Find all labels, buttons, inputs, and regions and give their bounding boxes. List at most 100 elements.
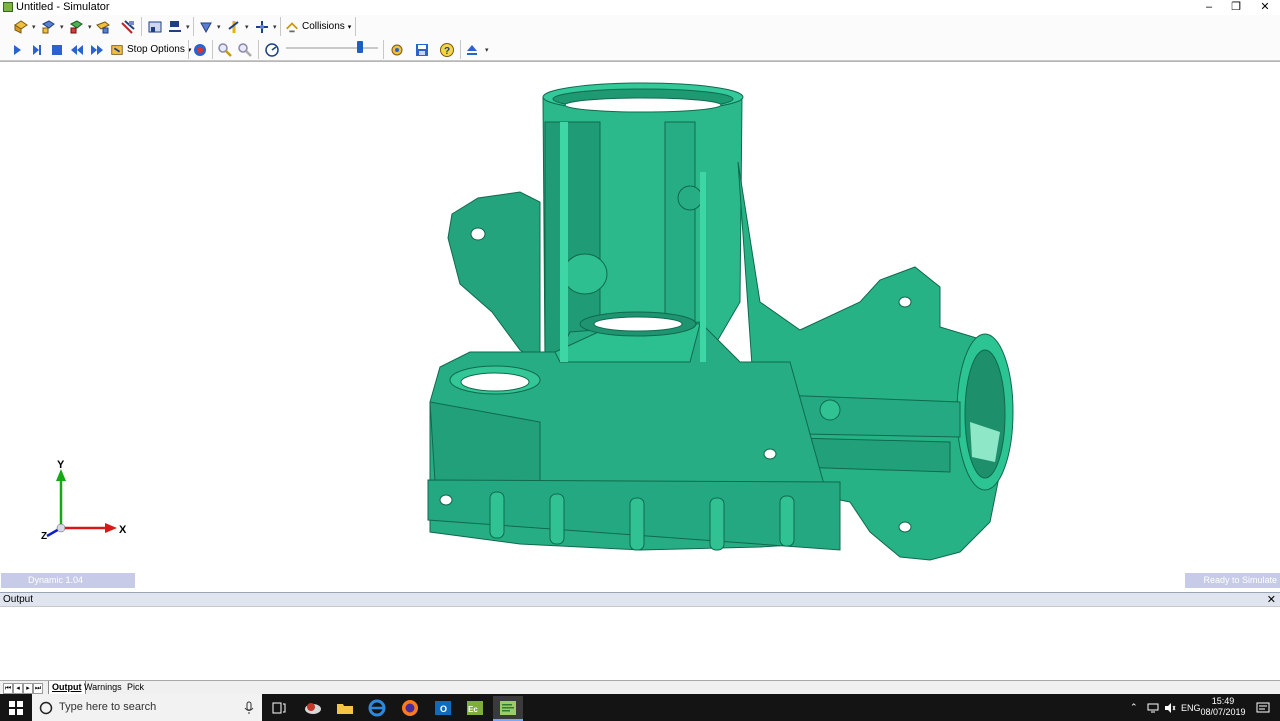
output-panel[interactable] [0, 606, 1280, 681]
part-model [427, 82, 1014, 561]
collisions-dropdown[interactable]: Collisions ▾ [285, 18, 351, 35]
x-axis-arrow-icon [105, 523, 117, 533]
output-tabs: ⏮ ◂ ▸ ⏭ Output Warnings Pick [0, 680, 1280, 695]
tab-output[interactable]: Output [48, 681, 86, 695]
chevron-up-icon: ⌃ [1130, 702, 1138, 712]
simulator-app-icon [500, 700, 516, 715]
task-view-button[interactable] [264, 696, 294, 719]
chevron-down-icon[interactable]: ▾ [273, 23, 277, 31]
show-hidden-icons[interactable]: ⌃ [1130, 694, 1138, 721]
chevron-down-icon[interactable]: ▾ [245, 23, 249, 31]
settings-icon[interactable] [388, 41, 406, 58]
taskbar-firefox[interactable] [395, 696, 425, 719]
chevron-down-icon[interactable]: ▾ [186, 23, 190, 31]
tab-pick[interactable]: Pick [124, 681, 147, 694]
taskbar-clock[interactable]: 15:49 08/07/2019 [1198, 696, 1248, 718]
notifications-icon[interactable] [1256, 694, 1270, 721]
taskbar-app-cloud[interactable] [298, 696, 328, 719]
chevron-down-icon[interactable]: ▾ [60, 23, 64, 31]
speed-icon[interactable] [263, 41, 281, 58]
app-icon [3, 2, 13, 12]
view-orient-icon[interactable] [197, 18, 215, 35]
edge-icon [368, 699, 386, 716]
output-panel-header: Output ✕ [0, 592, 1280, 607]
chevron-down-icon: ▾ [347, 23, 352, 31]
taskbar: Type here to search O Ec ⌃ ENG 15:49 08/… [0, 694, 1280, 721]
toolbar-separator [460, 40, 461, 59]
stop-icon[interactable] [48, 41, 66, 58]
toolbar-separator [280, 17, 281, 36]
rewind-icon[interactable] [68, 41, 86, 58]
prev-tab-icon[interactable]: ◂ [13, 683, 23, 694]
volume-icon[interactable] [1164, 694, 1176, 721]
clock-time: 15:49 [1211, 696, 1235, 706]
network-icon[interactable] [1147, 694, 1159, 721]
chevron-down-icon[interactable]: ▾ [88, 23, 92, 31]
speed-slider-track[interactable] [286, 47, 378, 49]
toolbar-separator [193, 17, 194, 36]
open-part-icon[interactable] [12, 18, 30, 35]
taskbar-edge[interactable] [362, 696, 392, 719]
title-bar: Untitled - Simulator – ❐ ✕ [0, 0, 1280, 15]
restore-button[interactable]: ❐ [1221, 0, 1251, 15]
svg-text:?: ? [444, 46, 450, 57]
layout-icon[interactable] [166, 18, 184, 35]
simulation-status: Ready to Simulate [1185, 573, 1280, 588]
step-forward-icon[interactable] [28, 41, 46, 58]
toolbar-separator [212, 40, 213, 59]
task-view-icon [272, 702, 286, 713]
taskbar-simulator[interactable] [493, 696, 523, 721]
windows-icon [9, 700, 23, 715]
cortana-icon [39, 701, 53, 715]
firefox-icon [402, 699, 418, 716]
save-icon[interactable] [413, 41, 431, 58]
chevron-down-icon[interactable]: ▾ [485, 46, 489, 54]
dynamic-status: Dynamic 1.04 [1, 573, 135, 588]
search-placeholder: Type here to search [59, 701, 157, 713]
toolbar-separator [188, 40, 189, 59]
toolpath-icon[interactable] [119, 18, 137, 35]
next-tab-icon[interactable]: ▸ [23, 683, 33, 694]
load-stock-icon[interactable] [67, 18, 85, 35]
main-toolbar: ▾ ▾ ▾ ▾ ▾ ▾ ▾ Collisions ▾ [0, 15, 1280, 38]
chevron-down-icon[interactable]: ▾ [217, 23, 221, 31]
taskbar-file-explorer[interactable] [330, 696, 360, 719]
axis-view-icon[interactable] [225, 18, 243, 35]
machine-view-icon[interactable] [146, 18, 164, 35]
load-tool-icon[interactable] [94, 18, 112, 35]
zoom-out-icon[interactable] [236, 41, 254, 58]
zoom-in-icon[interactable] [216, 41, 234, 58]
taskbar-ec-app[interactable]: Ec [460, 696, 490, 719]
first-tab-icon[interactable]: ⏮ [3, 683, 13, 694]
tab-warnings[interactable]: Warnings [81, 681, 125, 694]
outlook-icon: O [435, 700, 451, 715]
output-close-icon[interactable]: ✕ [1267, 593, 1276, 606]
load-fixture-icon[interactable] [39, 18, 57, 35]
taskbar-outlook[interactable]: O [428, 696, 458, 719]
window-title: Untitled - Simulator [16, 1, 110, 13]
3d-viewport[interactable]: Y X Z Dynamic 1.04 Ready to Simulate [0, 61, 1280, 589]
last-tab-icon[interactable]: ⏭ [33, 683, 43, 694]
simulation-toolbar: Stop Options ▾ ? ▾ [0, 38, 1280, 61]
stop-options-icon [111, 44, 123, 55]
toolbar-separator [141, 17, 142, 36]
eject-icon[interactable] [463, 41, 481, 58]
fast-forward-icon[interactable] [88, 41, 106, 58]
stop-options-dropdown[interactable]: Stop Options ▾ [110, 41, 191, 58]
help-icon[interactable]: ? [438, 41, 456, 58]
axis-z-label: Z [41, 531, 48, 542]
minimize-button[interactable]: – [1194, 0, 1224, 15]
close-button[interactable]: ✕ [1250, 0, 1280, 15]
toolbar-separator [258, 40, 259, 59]
axis-y-label: Y [57, 459, 65, 471]
chevron-down-icon[interactable]: ▾ [32, 23, 36, 31]
start-button[interactable] [0, 694, 32, 721]
microphone-icon[interactable] [244, 701, 254, 715]
workplane-icon[interactable] [253, 18, 271, 35]
speed-slider-thumb[interactable] [357, 41, 363, 53]
housing-model [427, 82, 1014, 561]
taskbar-search[interactable]: Type here to search [32, 694, 262, 721]
record-icon[interactable] [191, 41, 209, 58]
svg-text:Ec: Ec [468, 705, 478, 714]
play-icon[interactable] [8, 41, 26, 58]
